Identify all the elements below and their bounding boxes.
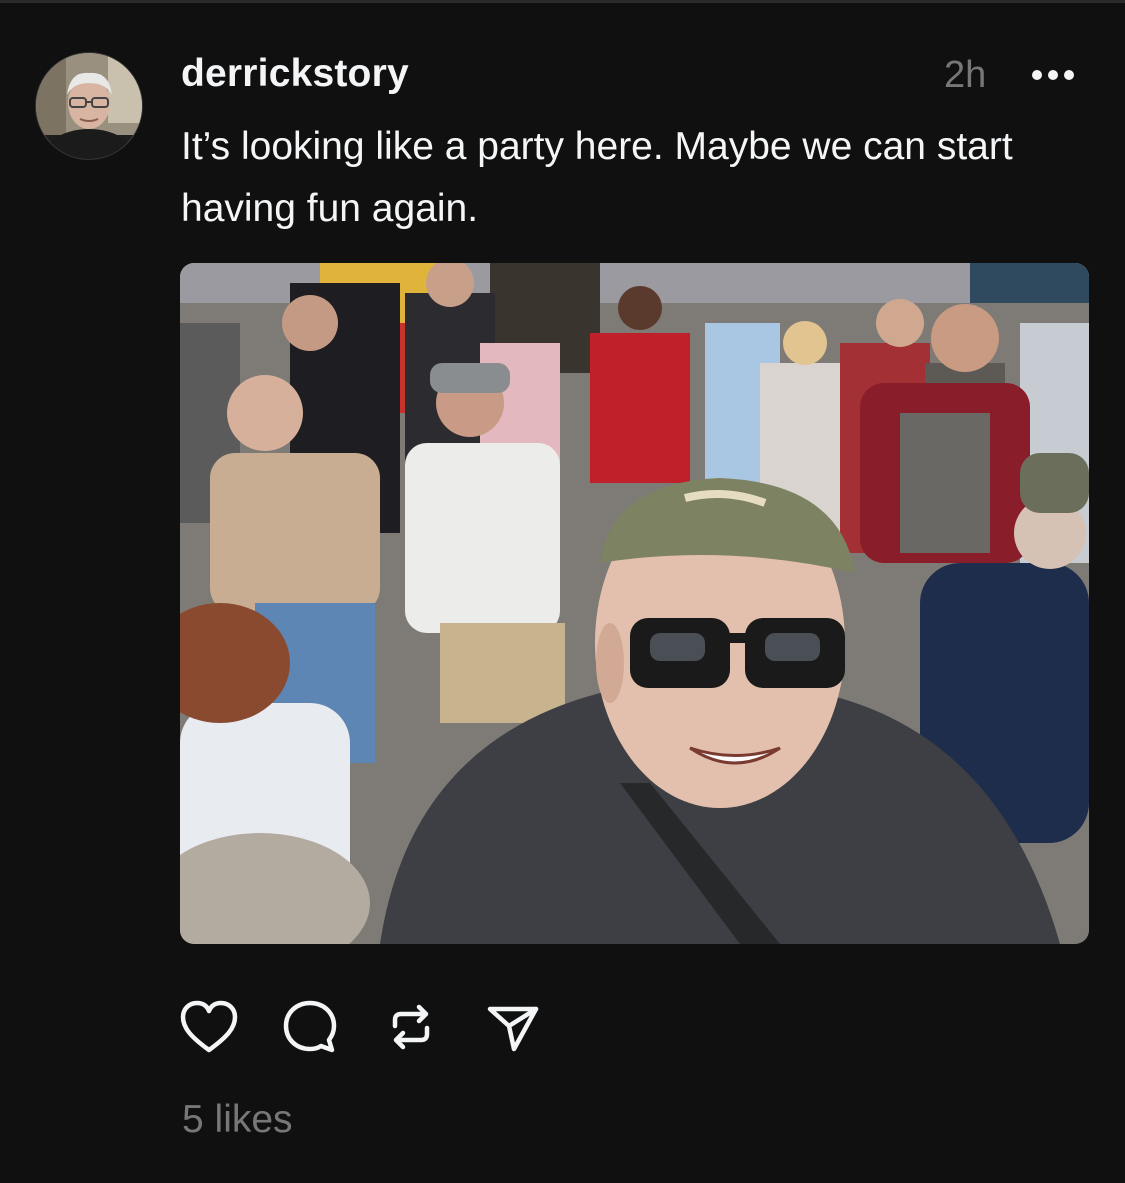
post-photo[interactable]: [180, 263, 1089, 944]
like-button[interactable]: [176, 995, 242, 1059]
timestamp: 2h: [944, 54, 987, 96]
avatar[interactable]: [36, 53, 142, 159]
paper-plane-icon: [487, 1006, 539, 1052]
comment-button[interactable]: [277, 995, 343, 1059]
more-horizontal-icon: [1032, 70, 1042, 80]
repost-button[interactable]: [378, 995, 444, 1059]
repost-icon: [392, 1004, 430, 1050]
thread-post: derrickstory 2h It’s looking like a part…: [0, 0, 1125, 1183]
selfie-crowd-image: [180, 263, 1089, 944]
post-caption: It’s looking like a party here. Maybe we…: [181, 125, 1013, 230]
more-options-button[interactable]: [1025, 58, 1081, 92]
post-actions: [176, 995, 580, 1059]
username[interactable]: derrickstory: [181, 50, 409, 98]
speech-bubble-icon: [283, 1000, 337, 1053]
share-button[interactable]: [479, 995, 545, 1059]
likes-count[interactable]: 5 likes: [182, 1097, 293, 1143]
avatar-image: [36, 53, 142, 159]
heart-icon: [180, 1000, 238, 1053]
